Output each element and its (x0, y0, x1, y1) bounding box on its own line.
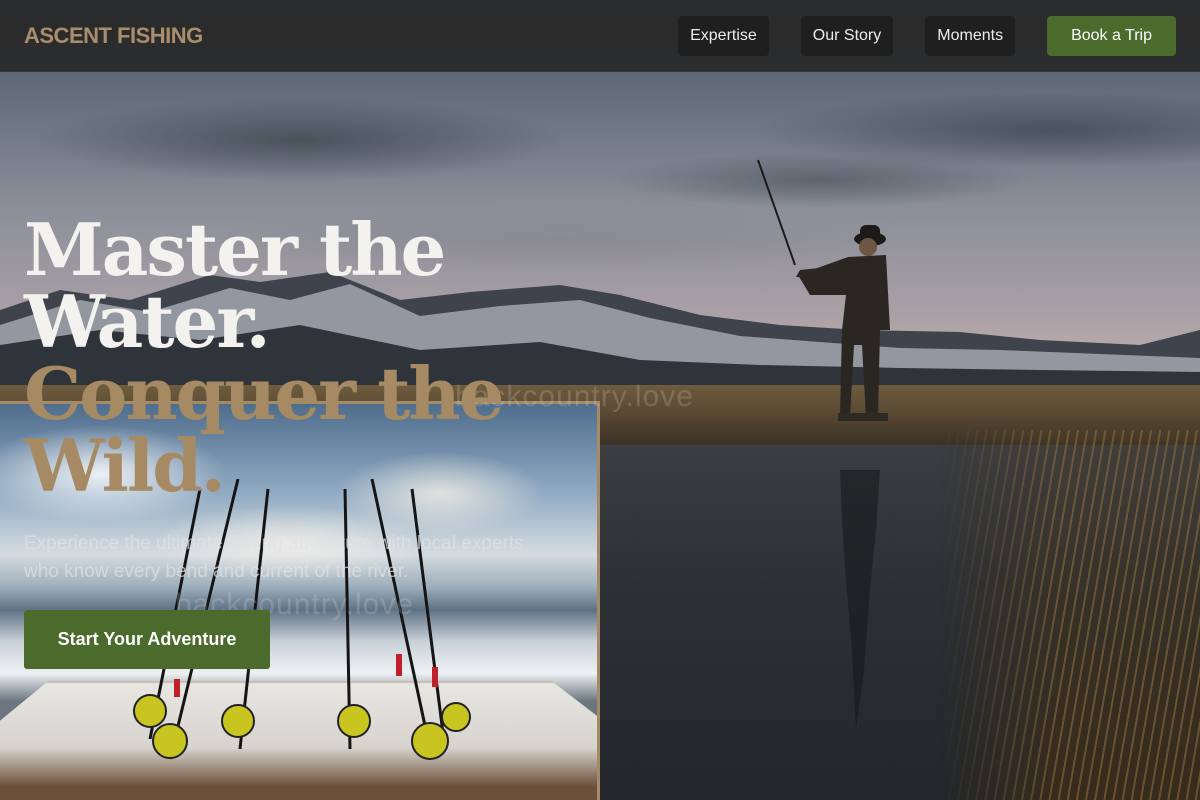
book-a-trip-button[interactable]: Book a Trip (1047, 15, 1176, 56)
headline-accent-line-2: Wild. (24, 423, 226, 508)
hero-headline: Master the Water. Conquer the Wild. (24, 214, 584, 502)
headline-accent-line-1: Conquer the (24, 351, 505, 436)
main-nav: Expertise Our Story Moments Book a Trip (678, 15, 1176, 56)
nav-link-our-story[interactable]: Our Story (800, 15, 894, 56)
brand-logo-text[interactable]: ASCENT FISHING (24, 23, 203, 49)
nav-link-moments[interactable]: Moments (925, 15, 1016, 56)
headline-line-1: Master the (24, 207, 446, 292)
water-reflection (840, 470, 880, 730)
nav-link-expertise[interactable]: Expertise (678, 15, 769, 56)
fisherman-figure (757, 159, 890, 421)
hero-content: Master the Water. Conquer the Wild. Expe… (24, 214, 584, 586)
start-adventure-button[interactable]: Start Your Adventure (24, 610, 270, 669)
headline-line-2: Water. (24, 279, 271, 364)
site-header: ASCENT FISHING Expertise Our Story Momen… (0, 0, 1200, 72)
hero-subtitle: Experience the ultimate fishing adventur… (24, 533, 524, 582)
reeds (940, 430, 1200, 800)
